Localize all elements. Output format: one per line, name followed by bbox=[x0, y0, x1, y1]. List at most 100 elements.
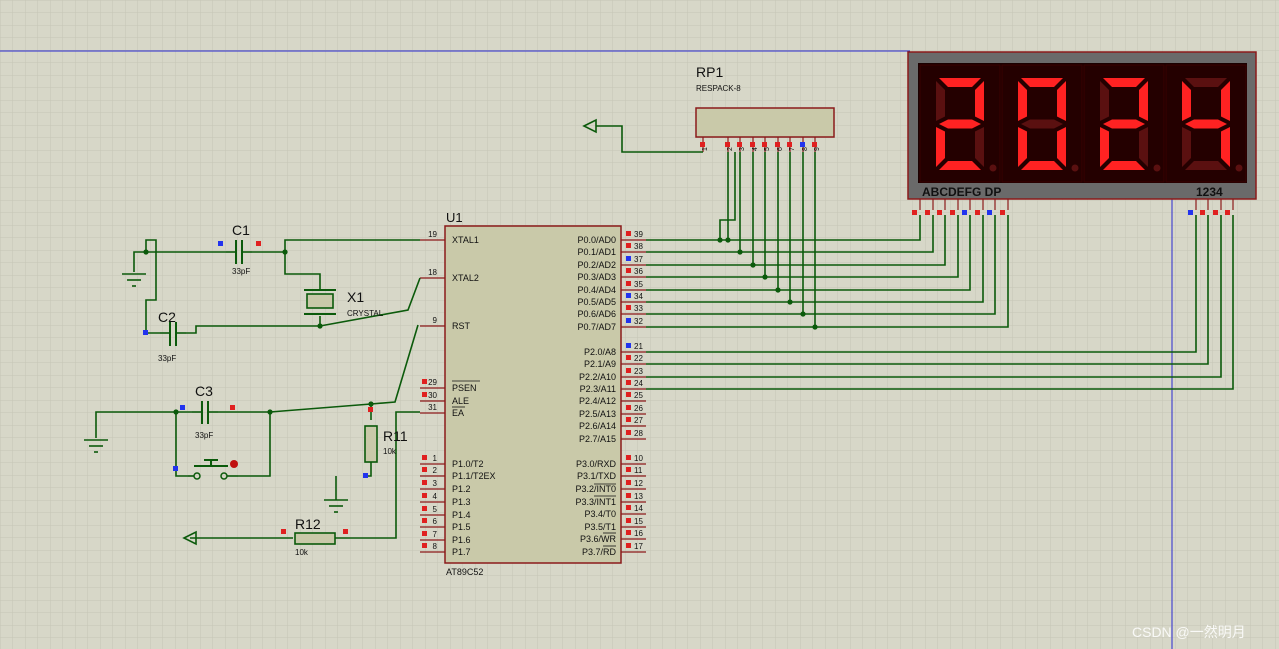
segment-g bbox=[1103, 119, 1145, 129]
c2-value-label: 33pF bbox=[158, 354, 176, 363]
mcu-pin-name: P0.6/AD6 bbox=[577, 309, 616, 319]
digit-pin-label: 1234 bbox=[1196, 185, 1223, 199]
mcu-pin-number: 36 bbox=[634, 267, 643, 276]
mcu-pin-number: 31 bbox=[428, 403, 437, 412]
mcu-pin-number: 18 bbox=[428, 268, 437, 277]
schematic-canvas[interactable]: U1 AT89C52 19XTAL118XTAL29RST29PSEN30ALE… bbox=[0, 0, 1279, 649]
mcu-pin-name: P3.5/T1 bbox=[584, 522, 616, 532]
mcu-ref-label: U1 bbox=[446, 210, 463, 225]
mcu-pin-number: 23 bbox=[634, 367, 643, 376]
mcu-pin-number: 6 bbox=[433, 517, 438, 526]
mcu-pin-number: 34 bbox=[634, 292, 643, 301]
x1-value-label: CRYSTAL bbox=[347, 309, 384, 318]
mcu-pin-number: 39 bbox=[634, 230, 643, 239]
mcu-pin-number: 19 bbox=[428, 230, 437, 239]
mcu-part-label: AT89C52 bbox=[446, 567, 483, 577]
mcu-pin-name: P3.2/INT0 bbox=[575, 484, 616, 494]
r11-ref-label: R11 bbox=[383, 428, 408, 444]
mcu-pin-number: 27 bbox=[634, 416, 643, 425]
mcu-pin-number: 12 bbox=[634, 479, 643, 488]
segment-dp bbox=[989, 164, 997, 172]
mcu-pin-number: 22 bbox=[634, 354, 643, 363]
mcu-pin-number: 3 bbox=[433, 479, 438, 488]
mcu-pin-name: P1.7 bbox=[452, 547, 471, 557]
mcu-pin-number: 15 bbox=[634, 517, 643, 526]
mcu-pin-number: 14 bbox=[634, 504, 643, 513]
rp1-part-label: RESPACK-8 bbox=[696, 84, 741, 93]
mcu-pin-number: 13 bbox=[634, 492, 643, 501]
mcu-pin-name: P0.3/AD3 bbox=[577, 272, 616, 282]
rp1-pin-number: 4 bbox=[752, 147, 759, 151]
watermark-text: CSDN @一然明月 bbox=[1132, 624, 1246, 640]
mcu-pin-name: ALE bbox=[452, 396, 469, 406]
mcu-pin-name: P1.6 bbox=[452, 535, 471, 545]
mcu-pin-number: 28 bbox=[634, 429, 643, 438]
c1-ref-label: C1 bbox=[232, 222, 250, 238]
rp1-pin-number: 7 bbox=[789, 147, 796, 151]
mcu-pin-name: P2.3/A11 bbox=[580, 384, 616, 394]
mcu-pin-name: P0.4/AD4 bbox=[577, 285, 616, 295]
mcu-pin-number: 11 bbox=[634, 466, 643, 475]
mcu-pin-name: XTAL1 bbox=[452, 235, 479, 245]
rp1-pin-number: 6 bbox=[777, 147, 784, 151]
mcu-pin-name: P3.7/RD bbox=[582, 547, 617, 557]
mcu-pin-name: P1.4 bbox=[452, 510, 471, 520]
mcu-pin-number: 35 bbox=[634, 280, 643, 289]
r12-ref-label: R12 bbox=[295, 516, 321, 532]
mcu-pin-number: 21 bbox=[634, 342, 643, 351]
rp1-ref-label: RP1 bbox=[696, 64, 723, 80]
mcu-pin-number: 24 bbox=[634, 379, 643, 388]
mcu-pin-number: 16 bbox=[634, 529, 643, 538]
c1-value-label: 33pF bbox=[232, 267, 250, 276]
c3-ref-label: C3 bbox=[195, 383, 213, 399]
mcu-pin-number: 17 bbox=[634, 542, 643, 551]
mcu-pin-name: P3.6/WR bbox=[580, 534, 617, 544]
mcu-pin-name: P2.7/A15 bbox=[579, 434, 616, 444]
mcu-pin-number: 37 bbox=[634, 255, 643, 264]
mcu-pin-number: 26 bbox=[634, 404, 643, 413]
mcu-pin-name: P2.1/A9 bbox=[584, 359, 616, 369]
mcu-pin-name: P1.3 bbox=[452, 497, 471, 507]
segment-g bbox=[1021, 119, 1063, 129]
mcu-pin-name: P1.1/T2EX bbox=[452, 471, 496, 481]
mcu-pin-number: 1 bbox=[433, 454, 438, 463]
mcu-pin-number: 10 bbox=[634, 454, 643, 463]
mcu-pin-number: 25 bbox=[634, 391, 643, 400]
segment-g bbox=[1185, 119, 1227, 129]
mcu-pin-name: P0.0/AD0 bbox=[577, 235, 616, 245]
seven-segment-display[interactable]: ABCDEFG DP 1234 bbox=[907, 51, 1257, 215]
mcu-pin-name: P3.3/INT1 bbox=[575, 497, 616, 507]
mcu-pin-name: P1.5 bbox=[452, 522, 471, 532]
rp1-pin-number: 1 bbox=[702, 147, 709, 151]
mcu-pin-name: P0.2/AD2 bbox=[577, 260, 616, 270]
mcu-pin-number: 33 bbox=[634, 304, 643, 313]
mcu-pin-number: 7 bbox=[433, 530, 438, 539]
mcu-pin-name: P1.2 bbox=[452, 484, 471, 494]
mcu-pin-name: EA bbox=[452, 408, 464, 418]
r11-value-label: 10k bbox=[383, 447, 397, 456]
mcu-pin-name: P3.0/RXD bbox=[576, 459, 617, 469]
rp1-pin-number: 2 bbox=[727, 147, 734, 151]
c2-ref-label: C2 bbox=[158, 309, 176, 325]
mcu-pin-number: 9 bbox=[433, 316, 438, 325]
mcu-pin-number: 5 bbox=[433, 505, 438, 514]
segment-dp bbox=[1071, 164, 1079, 172]
mcu-pin-name: P2.2/A10 bbox=[579, 372, 616, 382]
mcu-pin-name: P1.0/T2 bbox=[452, 459, 484, 469]
mcu-pin-name: XTAL2 bbox=[452, 273, 479, 283]
mcu-pin-name: P2.4/A12 bbox=[579, 396, 616, 406]
mcu-u1[interactable]: U1 AT89C52 19XTAL118XTAL29RST29PSEN30ALE… bbox=[420, 210, 646, 577]
mcu-pin-number: 29 bbox=[428, 378, 437, 387]
mcu-pin-number: 30 bbox=[428, 391, 437, 400]
mcu-pin-name: P3.4/T0 bbox=[584, 509, 616, 519]
segment-dp bbox=[1235, 164, 1243, 172]
r12-value-label: 10k bbox=[295, 548, 309, 557]
rp1-pin-number: 3 bbox=[739, 147, 746, 151]
mcu-pin-name: P0.7/AD7 bbox=[577, 322, 616, 332]
mcu-pin-name: P0.5/AD5 bbox=[577, 297, 616, 307]
mcu-pin-name: P0.1/AD1 bbox=[577, 247, 616, 257]
rp1-pin-number: 5 bbox=[764, 147, 771, 151]
mcu-pin-number: 2 bbox=[433, 466, 438, 475]
mcu-pin-name: PSEN bbox=[452, 383, 477, 393]
mcu-pin-name: P2.0/A8 bbox=[584, 347, 616, 357]
